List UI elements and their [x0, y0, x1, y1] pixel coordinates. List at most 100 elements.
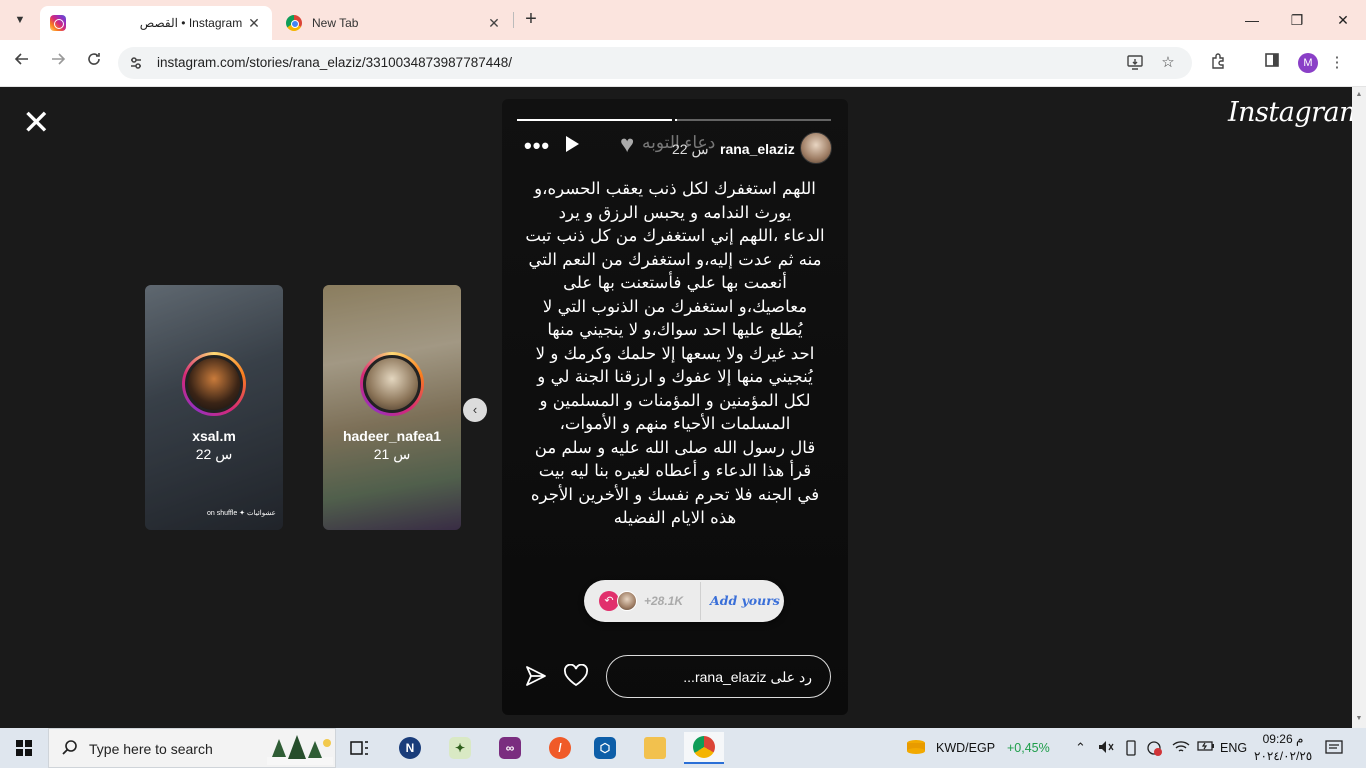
- task-view-icon: [350, 741, 368, 755]
- battery-charging-icon[interactable]: [1197, 740, 1215, 755]
- story-ring: [360, 352, 424, 416]
- currency-pair[interactable]: KWD/EGP: [936, 728, 995, 768]
- more-options-icon[interactable]: ⋮: [1326, 52, 1348, 74]
- currency-change[interactable]: +0,45%: [1007, 728, 1050, 768]
- tab-search-button[interactable]: ▼: [8, 8, 32, 32]
- network-error-icon[interactable]: [1146, 740, 1162, 759]
- previous-story-button[interactable]: ‹: [463, 398, 487, 422]
- avatar: [185, 355, 243, 413]
- file-explorer-button[interactable]: [635, 732, 675, 764]
- taskbar-app-2[interactable]: ✦: [440, 732, 480, 764]
- chrome-icon: [693, 736, 715, 758]
- add-yours-count: +28.1K: [644, 594, 684, 608]
- taskbar-app-1[interactable]: N: [390, 732, 430, 764]
- instagram-favicon-icon: [50, 15, 66, 31]
- clock-date: ٢٠٢٤/٠٢/٢٥: [1254, 749, 1313, 763]
- search-placeholder: Type here to search: [89, 741, 213, 757]
- app-icon: ✦: [449, 737, 471, 759]
- tab-close-icon[interactable]: ✕: [246, 15, 262, 32]
- reload-icon: [88, 53, 100, 65]
- preview-time: 21 س: [373, 446, 411, 462]
- new-tab-button[interactable]: +: [520, 9, 542, 31]
- reply-input[interactable]: رد على rana_elaziz...: [606, 655, 831, 698]
- avatar: [363, 355, 421, 413]
- bookmark-star-icon[interactable]: ☆: [1158, 53, 1178, 73]
- extensions-icon[interactable]: [1207, 52, 1229, 74]
- install-app-icon[interactable]: [1125, 53, 1145, 73]
- maximize-button[interactable]: ❐: [1282, 8, 1312, 32]
- story-username[interactable]: rana_elaziz: [720, 141, 795, 157]
- system-clock[interactable]: 09:26 م ٢٠٢٤/٠٢/٢٥: [1254, 731, 1312, 765]
- send-icon[interactable]: [524, 664, 548, 693]
- taskbar-app-5[interactable]: ⬡: [585, 732, 625, 764]
- chevron-up-icon[interactable]: ⌃: [1075, 740, 1086, 756]
- story-ring: [182, 352, 246, 416]
- story-text: اللهم استغفرك لكل ذنب يعقب الحسره،و يورث…: [525, 179, 825, 527]
- side-panel-icon[interactable]: [1261, 52, 1283, 74]
- scroll-down-icon[interactable]: ▼: [1355, 715, 1363, 722]
- chevron-down-icon: ▼: [14, 14, 26, 26]
- preview-time: 22 س: [195, 446, 233, 462]
- story-preview-hadeer[interactable]: hadeer_nafea1 21 س: [323, 285, 461, 530]
- wifi-icon[interactable]: [1172, 740, 1190, 757]
- windows-logo-icon: [16, 740, 32, 756]
- clock-time: 09:26 م: [1262, 732, 1304, 746]
- preview-username: hadeer_nafea1: [342, 428, 442, 444]
- avatar[interactable]: [800, 132, 832, 164]
- story-preview-xsal[interactable]: xsal.m 22 س on shuffle ✦ عشوائيات: [145, 285, 283, 530]
- reply-placeholder: رد على rana_elaziz...: [683, 669, 812, 685]
- address-bar[interactable]: instagram.com/stories/rana_elaziz/331003…: [118, 47, 1192, 79]
- story-progress-gap: [672, 119, 675, 121]
- taskbar-search[interactable]: Type here to search: [48, 728, 336, 768]
- story-time: 22 س: [672, 141, 709, 157]
- instagram-logo[interactable]: Instagram: [1228, 97, 1365, 128]
- story-viewer[interactable]: rana_elaziz دعاء التوبه 22 س ♥ ••• اللهم…: [502, 99, 848, 715]
- taskbar-app-4[interactable]: /: [540, 732, 580, 764]
- more-options-icon[interactable]: •••: [524, 133, 550, 159]
- like-heart-icon[interactable]: [563, 663, 589, 693]
- start-button[interactable]: [0, 728, 48, 768]
- windows-taskbar: Type here to search N ✦ ∞ / ⬡ KWD/EGP +0…: [0, 728, 1366, 768]
- forward-button[interactable]: [46, 51, 70, 75]
- add-yours-sticker[interactable]: ↶ +28.1K Add yours: [584, 580, 784, 622]
- browser-toolbar: instagram.com/stories/rana_elaziz/331003…: [0, 40, 1366, 87]
- device-icon[interactable]: [1124, 740, 1138, 759]
- tab-instagram[interactable]: القصص • Instagram ✕: [40, 6, 272, 40]
- reload-button[interactable]: [82, 51, 106, 75]
- tab-strip: ▼ القصص • Instagram ✕ New Tab ✕ + — ❐ ✕: [0, 0, 1366, 40]
- minimize-button[interactable]: —: [1237, 8, 1267, 32]
- arrow-left-icon: [14, 53, 28, 65]
- taskbar-app-3[interactable]: ∞: [490, 732, 530, 764]
- app-icon: N: [399, 737, 421, 759]
- add-yours-label[interactable]: Add yours: [710, 593, 780, 608]
- play-icon[interactable]: [564, 135, 580, 158]
- close-stories-button[interactable]: ✕: [22, 106, 51, 140]
- app-icon: ∞: [499, 737, 521, 759]
- tab-close-icon[interactable]: ✕: [486, 15, 502, 32]
- url-text[interactable]: instagram.com/stories/rana_elaziz/331003…: [157, 55, 512, 70]
- preview-sticker-text: on shuffle ✦ عشوائيات: [207, 510, 276, 517]
- winter-trees-icon: [267, 735, 333, 765]
- task-view-button[interactable]: [340, 732, 380, 764]
- speaker-muted-icon[interactable]: [1098, 740, 1114, 757]
- currency-widget-icon[interactable]: [904, 737, 928, 762]
- profile-avatar[interactable]: M: [1298, 53, 1318, 73]
- heart-badge-icon: ♥: [620, 131, 635, 158]
- search-icon: [61, 739, 79, 762]
- back-button[interactable]: [10, 51, 34, 75]
- scroll-up-icon[interactable]: ▲: [1355, 91, 1363, 98]
- avatar: [617, 591, 637, 611]
- story-progress-fill: [517, 119, 677, 121]
- site-settings-icon[interactable]: [128, 55, 144, 71]
- preview-username: xsal.m: [192, 428, 236, 444]
- folder-icon: [644, 737, 666, 759]
- notifications-icon[interactable]: [1325, 740, 1343, 759]
- app-icon: /: [549, 737, 571, 759]
- app-icon: ⬡: [594, 737, 616, 759]
- input-language[interactable]: ENG: [1220, 728, 1247, 768]
- chrome-taskbar-button[interactable]: [684, 732, 724, 764]
- tab-title: New Tab: [312, 16, 359, 30]
- page-scrollbar[interactable]: ▲ ▼: [1352, 87, 1366, 728]
- tab-new-tab[interactable]: New Tab ✕: [276, 6, 512, 40]
- window-close-button[interactable]: ✕: [1328, 8, 1358, 32]
